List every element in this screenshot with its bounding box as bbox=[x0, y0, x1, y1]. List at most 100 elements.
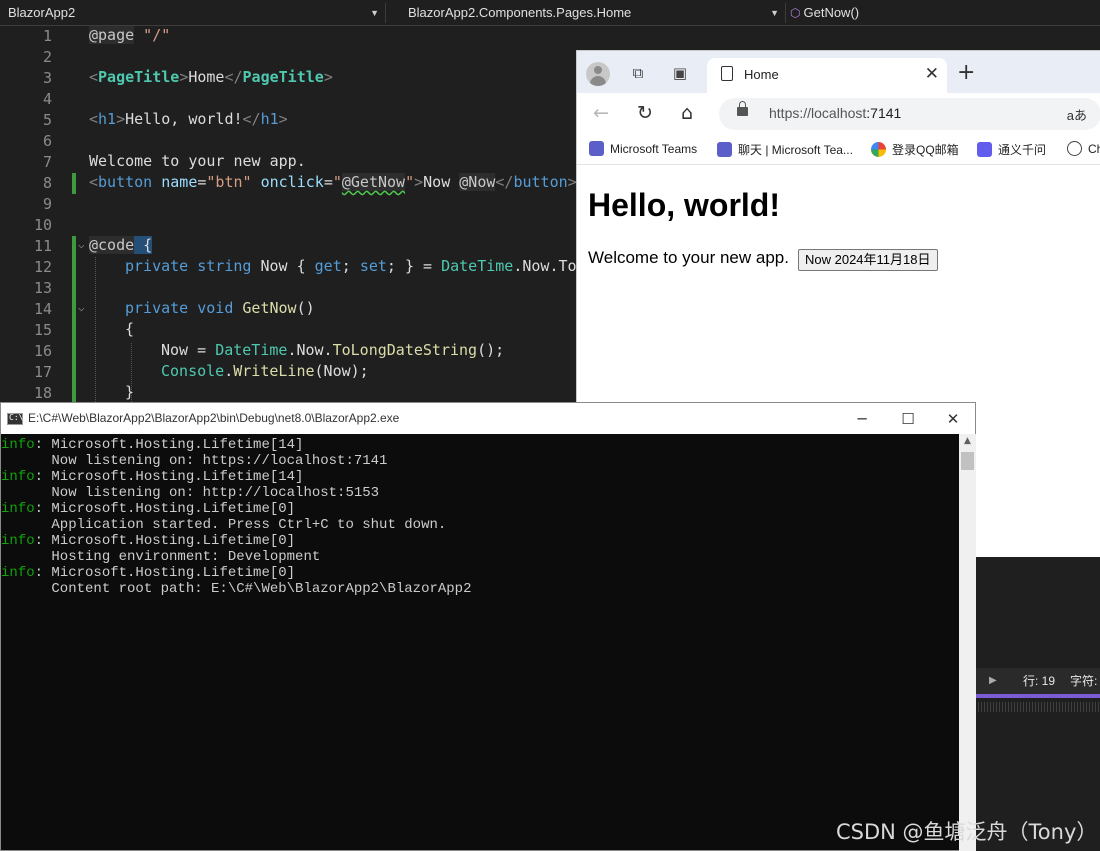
editor-status-bar: ▶ 行: 19 字符: bbox=[975, 668, 1100, 694]
favorite-qq-mail[interactable]: 登录QQ邮箱 bbox=[871, 141, 959, 158]
console-line: info: Microsoft.Hosting.Lifetime[0] bbox=[1, 533, 295, 549]
tab-home[interactable]: Home ✕ bbox=[707, 58, 947, 93]
log-level-label: info bbox=[1, 501, 35, 517]
log-message: : Microsoft.Hosting.Lifetime[14] bbox=[34, 437, 304, 453]
page-icon bbox=[721, 66, 733, 81]
home-icon[interactable]: ⌂ bbox=[681, 102, 693, 124]
console-title: E:\C#\Web\BlazorApp2\BlazorApp2\bin\Debu… bbox=[28, 411, 400, 425]
new-tab-icon[interactable]: + bbox=[957, 60, 975, 85]
console-scrollbar[interactable]: ▲ bbox=[959, 434, 976, 851]
chevron-down-icon: ▼ bbox=[370, 8, 379, 18]
read-aloud-icon[interactable]: aあ bbox=[1067, 105, 1087, 124]
member-dropdown[interactable]: ⬡ GetNow() bbox=[786, 3, 1100, 23]
console-line: Hosting environment: Development bbox=[1, 549, 320, 565]
log-level-label: info bbox=[1, 437, 35, 453]
favorite-microsoft-teams[interactable]: Microsoft Teams bbox=[589, 141, 697, 156]
favorite-openai[interactable]: Ch bbox=[1067, 141, 1100, 156]
close-tab-icon[interactable]: ✕ bbox=[925, 64, 939, 84]
tab-title: Home bbox=[744, 67, 779, 82]
code-line-18: } bbox=[125, 383, 135, 401]
splitter-grip[interactable] bbox=[975, 702, 1100, 712]
line-number: 14 bbox=[33, 300, 52, 318]
code-line-8: <button name="btn" onclick="@GetNow">Now… bbox=[89, 173, 577, 191]
maximize-icon[interactable]: ☐ bbox=[885, 406, 931, 432]
favorite-tongyi[interactable]: 通义千问 bbox=[977, 141, 1046, 158]
log-message: : Microsoft.Hosting.Lifetime[0] bbox=[34, 501, 296, 517]
code-line-11: @code { bbox=[89, 236, 153, 254]
console-line: Application started. Press Ctrl+C to shu… bbox=[1, 517, 446, 533]
console-line: Content root path: E:\C#\Web\BlazorApp2\… bbox=[1, 581, 471, 597]
console-line: Now listening on: https://localhost:7141 bbox=[1, 453, 387, 469]
code-line-16: Now = DateTime.Now.ToLongDateString(); bbox=[161, 341, 505, 359]
workspaces-icon[interactable]: ⧉ bbox=[627, 62, 649, 84]
indent-guide bbox=[95, 257, 96, 406]
refresh-icon[interactable]: ↻ bbox=[637, 102, 653, 124]
log-message: : Microsoft.Hosting.Lifetime[0] bbox=[34, 533, 296, 549]
minimize-icon[interactable]: ─ bbox=[839, 406, 885, 432]
member-name: GetNow() bbox=[803, 5, 860, 20]
page-heading: Hello, world! bbox=[588, 187, 780, 223]
log-message: : Microsoft.Hosting.Lifetime[0] bbox=[34, 565, 296, 581]
console-line: info: Microsoft.Hosting.Lifetime[14] bbox=[1, 469, 303, 485]
log-message: Application started. Press Ctrl+C to shu… bbox=[1, 517, 447, 533]
line-number: 2 bbox=[42, 48, 52, 66]
line-number: 7 bbox=[42, 153, 52, 171]
log-level-label: info bbox=[1, 565, 35, 581]
code-line-15: { bbox=[125, 320, 135, 338]
profile-avatar-icon[interactable] bbox=[586, 62, 610, 86]
line-number: 15 bbox=[33, 321, 52, 339]
console-line: info: Microsoft.Hosting.Lifetime[14] bbox=[1, 437, 303, 453]
line-number: 9 bbox=[42, 195, 52, 213]
method-cube-icon: ⬡ bbox=[790, 6, 801, 20]
line-number: 6 bbox=[42, 132, 52, 150]
qq-mail-icon bbox=[871, 142, 886, 157]
lock-icon[interactable] bbox=[737, 101, 748, 116]
console-line: Now listening on: http://localhost:5153 bbox=[1, 485, 379, 501]
line-number: 18 bbox=[33, 384, 52, 402]
fold-chevron-icon[interactable]: ⌵ bbox=[78, 301, 85, 314]
fold-chevron-icon[interactable]: ⌵ bbox=[78, 238, 85, 251]
console-title-bar[interactable]: C:\ E:\C#\Web\BlazorApp2\BlazorApp2\bin\… bbox=[1, 403, 975, 434]
code-line-1: @page "/" bbox=[89, 26, 171, 44]
code-line-7: Welcome to your new app. bbox=[89, 152, 306, 170]
change-indicator bbox=[72, 173, 76, 194]
scroll-up-arrow-icon[interactable]: ▲ bbox=[959, 436, 976, 446]
line-number-gutter: 1 2 3 4 5 6 7 8 9 10 11 12 13 14 15 16 17 18 bbox=[0, 26, 72, 406]
line-number: 1 bbox=[42, 27, 52, 45]
openai-icon bbox=[1067, 141, 1082, 156]
csdn-watermark: CSDN @鱼塘泛舟（Tony） bbox=[836, 820, 1098, 844]
tab-bar: ⧉ ▣ Home ✕ + bbox=[577, 51, 1100, 93]
project-dropdown[interactable]: BlazorApp2 ▼ bbox=[0, 3, 386, 23]
welcome-text: Welcome to your new app. bbox=[588, 248, 789, 267]
log-level-label: info bbox=[1, 469, 35, 485]
teams-icon bbox=[717, 142, 732, 157]
now-button[interactable]: Now 2024年11月18日 bbox=[798, 249, 938, 271]
line-number: 10 bbox=[33, 216, 52, 234]
console-app-icon: C:\ bbox=[7, 413, 23, 425]
scrollbar-thumb[interactable] bbox=[961, 452, 974, 470]
line-number: 4 bbox=[42, 90, 52, 108]
log-message: Now listening on: http://localhost:5153 bbox=[1, 485, 380, 501]
console-line: info: Microsoft.Hosting.Lifetime[0] bbox=[1, 565, 295, 581]
code-line-5: <h1>Hello, world!</h1> bbox=[89, 110, 288, 128]
char-indicator: 字符: bbox=[1070, 674, 1098, 688]
code-line-12: private string Now { get; set; } = DateT… bbox=[125, 257, 577, 275]
back-arrow-icon[interactable]: ← bbox=[593, 102, 609, 124]
log-message: Hosting environment: Development bbox=[1, 549, 321, 565]
editor-navigation-bar: BlazorApp2 ▼ BlazorApp2.Components.Pages… bbox=[0, 0, 1100, 26]
log-level-label: info bbox=[1, 533, 35, 549]
tongyi-icon bbox=[977, 142, 992, 157]
line-number: 16 bbox=[33, 342, 52, 360]
class-dropdown[interactable]: BlazorApp2.Components.Pages.Home ▼ bbox=[400, 3, 786, 23]
address-bar-row: ← ↻ ⌂ https://localhost:7141 aあ bbox=[577, 93, 1100, 135]
play-arrow-icon[interactable]: ▶ bbox=[989, 668, 997, 694]
line-indicator: 行: 19 bbox=[1023, 674, 1056, 688]
code-line-3: <PageTitle>Home</PageTitle> bbox=[89, 68, 333, 86]
url-input[interactable]: https://localhost:7141 aあ bbox=[719, 98, 1100, 130]
favorite-teams-chat[interactable]: 聊天 | Microsoft Tea... bbox=[717, 141, 853, 158]
console-output: info: Microsoft.Hosting.Lifetime[14] Now… bbox=[1, 434, 959, 851]
class-name: BlazorApp2.Components.Pages.Home bbox=[408, 5, 632, 20]
close-icon[interactable]: ✕ bbox=[930, 406, 976, 432]
vertical-tabs-icon[interactable]: ▣ bbox=[669, 62, 691, 84]
chevron-down-icon: ▼ bbox=[770, 8, 779, 18]
